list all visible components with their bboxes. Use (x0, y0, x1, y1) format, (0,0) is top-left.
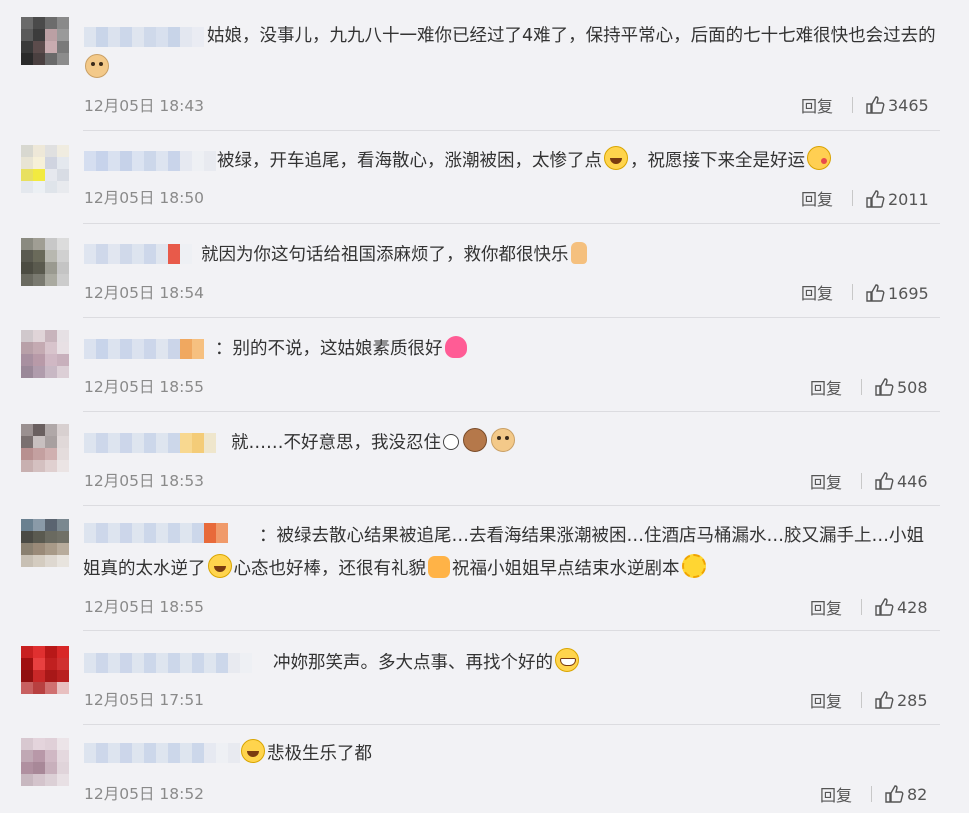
like-button[interactable]: 285 (874, 690, 928, 710)
divider (861, 379, 862, 395)
divider (861, 692, 862, 708)
sun-emoji-icon (681, 554, 706, 578)
laughing-emoji-icon (207, 554, 232, 578)
laughing-emoji-icon (241, 739, 265, 763)
reply-button[interactable]: 回复 (820, 782, 852, 806)
like-button[interactable]: 508 (874, 377, 928, 397)
avatar[interactable] (21, 145, 69, 193)
reply-button[interactable]: 回复 (801, 280, 833, 304)
comment-text: 被绿，开车追尾，看海散心，涨潮被困，太惨了点 ，祝愿接下来全是好运 (83, 145, 941, 178)
like-count: 508 (897, 377, 928, 397)
like-count: 446 (897, 471, 928, 491)
timestamp: 12月05日 17:51 (84, 691, 205, 709)
comment-body: ：别的不说，这姑娘素质很好 (215, 339, 443, 359)
avatar[interactable] (21, 238, 69, 286)
like-button[interactable]: 1695 (865, 283, 929, 303)
like-count: 1695 (888, 283, 929, 303)
laughing-emoji-icon (604, 146, 628, 170)
timestamp: 12月05日 18:52 (84, 785, 205, 803)
comment-body: 姑娘，没事儿，九九八十一难你已经过了4难了，保持平常心，后面的七十七难很快也会过… (207, 26, 936, 46)
star-struck-emoji-icon (428, 556, 450, 578)
avatar[interactable] (21, 519, 69, 567)
comment-body: 悲极生乐了都 (267, 744, 372, 764)
mouse-emoji-icon (463, 428, 487, 452)
like-button[interactable]: 3465 (865, 95, 929, 115)
comment-body: 就因为你这句话给祖国添麻烦了，救你都很快乐 (201, 245, 569, 265)
comment-divider (83, 130, 940, 131)
comment-text: 就因为你这句话给祖国添麻烦了，救你都很快乐 (83, 239, 941, 272)
avatar[interactable] (21, 424, 69, 472)
like-button[interactable]: 82 (884, 784, 927, 804)
comment-body-continued: 心态也好棒，还很有礼貌 (233, 559, 427, 579)
thumbs-up-icon (866, 284, 885, 302)
reply-button[interactable]: 回复 (810, 375, 842, 399)
thumbs-up-icon (875, 472, 894, 490)
comment-body-continued: ，祝愿接下来全是好运 (630, 151, 805, 171)
comment-divider (83, 411, 940, 412)
thumbs-up-icon (866, 96, 885, 114)
comment-body: 就……不好意思，我没忍住 (231, 433, 441, 453)
divider (852, 97, 853, 113)
comment-divider (83, 317, 940, 318)
like-button[interactable]: 428 (874, 597, 928, 617)
timestamp: 12月05日 18:55 (84, 598, 205, 616)
comment-body: 被绿，开车追尾，看海散心，涨潮被困，太惨了点 (217, 151, 602, 171)
divider (852, 190, 853, 206)
timestamp: 12月05日 18:50 (84, 189, 205, 207)
comment-divider (83, 630, 940, 631)
timestamp: 12月05日 18:55 (84, 378, 205, 396)
thumbs-up-icon (875, 598, 894, 616)
comment-body: 冲妳那笑声。多大点事、再找个好的 (273, 653, 553, 673)
blowing-kiss-emoji-icon (807, 146, 831, 170)
like-count: 428 (897, 597, 928, 617)
like-button[interactable]: 2011 (865, 189, 929, 209)
like-count: 3465 (888, 95, 929, 115)
reply-button[interactable]: 回复 (810, 469, 842, 493)
thumbs-up-icon (875, 691, 894, 709)
face-emoji-icon (443, 434, 459, 450)
timestamp: 12月05日 18:53 (84, 472, 205, 490)
timestamp: 12月05日 18:54 (84, 284, 205, 302)
like-count: 82 (907, 784, 928, 804)
like-count: 2011 (888, 189, 929, 209)
comment-divider (83, 724, 940, 725)
thumbs-up-icon (885, 785, 904, 803)
doge-emoji-icon (491, 428, 515, 452)
comment-divider (83, 223, 940, 224)
avatar[interactable] (21, 646, 69, 694)
thumbs-up-icon (866, 190, 885, 208)
like-button[interactable]: 446 (874, 471, 928, 491)
comment-text: 就……不好意思，我没忍住 (83, 427, 941, 460)
avatar[interactable] (21, 17, 69, 65)
reply-button[interactable]: 回复 (801, 93, 833, 117)
comment-text: 悲极生乐了都 (83, 738, 941, 771)
divider (861, 599, 862, 615)
comment-text: ：被绿去散心结果被追尾…去看海结果涨潮被困…住酒店马桶漏水…胶又漏手上…小姐姐真… (83, 520, 941, 586)
timestamp: 12月05日 18:43 (84, 97, 205, 115)
avatar[interactable] (21, 330, 69, 378)
thumbs-up-icon (875, 378, 894, 396)
reply-button[interactable]: 回复 (810, 595, 842, 619)
reply-button[interactable]: 回复 (810, 688, 842, 712)
heart-emoji-icon (444, 336, 467, 358)
comment-body-continued: 祝福小姐姐早点结束水逆剧本 (452, 559, 680, 579)
divider (861, 473, 862, 489)
divider (871, 786, 872, 802)
comment-text: 姑娘，没事儿，九九八十一难你已经过了4难了，保持平常心，后面的七十七难很快也会过… (83, 20, 941, 86)
divider (852, 284, 853, 300)
avatar[interactable] (21, 738, 69, 786)
thumbs-up-emoji-icon (570, 242, 587, 264)
reply-button[interactable]: 回复 (801, 186, 833, 210)
like-count: 285 (897, 690, 928, 710)
grinning-emoji-icon (555, 648, 579, 672)
comment-divider (83, 505, 940, 506)
doge-emoji-icon (85, 54, 109, 78)
comment-text: ：别的不说，这姑娘素质很好 (83, 333, 941, 366)
comment-text: 冲妳那笑声。多大点事、再找个好的 (83, 647, 941, 680)
